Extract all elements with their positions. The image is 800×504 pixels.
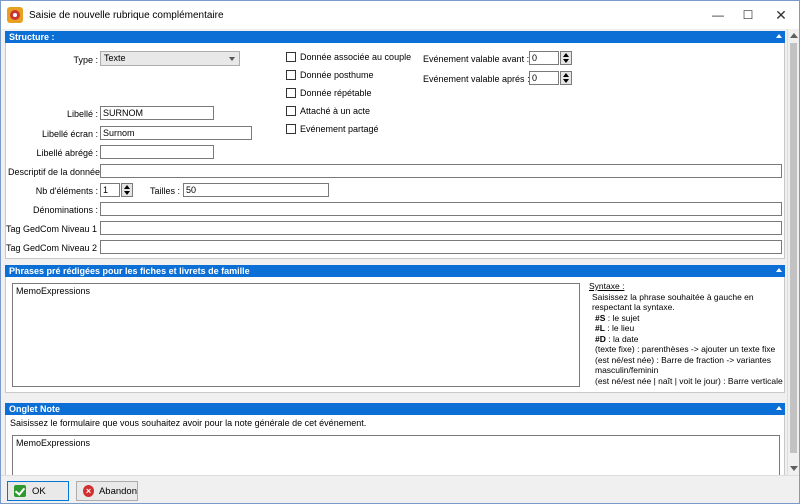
checkbox-posthume-label: Donnée posthume [300,70,374,80]
structure-header[interactable]: Structure : [5,31,785,43]
phrases-panel: MemoExpressions Syntaxe : Saisissez la p… [5,277,785,393]
syntax-d: #D : la date [595,334,783,345]
libelle-input[interactable]: SURNOM [100,106,214,120]
chevron-down-icon [229,57,235,61]
libelle-ecran-label: Libellé écran : [41,129,98,139]
syntax-d-code: #D [595,333,606,344]
nb-elements-input[interactable]: 1 [100,183,120,197]
checkbox-posthume[interactable]: Donnée posthume [286,70,374,80]
structure-title: Structure : [9,32,55,42]
note-header[interactable]: Onglet Note [5,403,785,415]
avant-label: Evénement valable avant : [423,54,530,64]
phrases-memo[interactable]: MemoExpressions [12,283,580,387]
nb-elements-label: Nb d'éléments : [35,186,98,196]
phrases-memo-text: MemoExpressions [16,286,91,296]
libelle-ecran-input[interactable]: Surnom [100,126,252,140]
tailles-label: Tailles : [149,186,180,196]
checkbox-repetable[interactable]: Donnée répétable [286,88,372,98]
abandon-button[interactable]: × Abandon [76,481,138,501]
tailles-input[interactable]: 50 [183,183,329,197]
tag2-input[interactable] [100,240,782,254]
syntax-l: #L : le lieu [595,323,783,334]
apres-label: Evénement valable aprés : [423,74,530,84]
checkbox-acte-label: Attaché à un acte [300,106,371,116]
syntax-paren-text: : parenthèses -> ajouter un texte fixe [637,344,776,354]
note-memo[interactable]: MemoExpressions [12,435,780,475]
vertical-scrollbar[interactable] [787,29,799,475]
collapse-icon[interactable] [776,268,782,272]
syntax-paren-code: (texte fixe) [595,344,635,354]
abandon-button-label: Abandon [98,485,137,497]
cancel-icon: × [83,485,94,497]
scroll-down-icon[interactable] [790,466,798,471]
nb-elements-spinner[interactable] [121,183,133,197]
checkbox-couple[interactable]: Donnée associée au couple [286,52,411,62]
syntax-d-text: : la date [608,333,639,344]
syntax-l-code: #L [595,323,605,333]
syntax-s-text: : le sujet [607,312,640,323]
checkbox-partage[interactable]: Evénement partagé [286,124,379,134]
checkbox-box[interactable] [286,52,296,62]
minimize-button[interactable]: — [703,1,733,29]
checkbox-box[interactable] [286,106,296,116]
type-select[interactable]: Texte [100,51,240,66]
descriptif-input[interactable] [100,164,782,178]
checkbox-couple-label: Donnée associée au couple [300,52,412,62]
note-memo-text: MemoExpressions [16,438,91,448]
checkbox-box[interactable] [286,88,296,98]
collapse-icon[interactable] [776,406,782,410]
note-title: Onglet Note [9,404,60,414]
window-title: Saisie de nouvelle rubrique complémentai… [29,9,224,21]
app-icon [7,7,23,23]
collapse-icon[interactable] [776,34,782,38]
checkbox-box[interactable] [286,124,296,134]
checkmark-icon [14,485,26,497]
syntax-slash-code: (est né/est née) [595,354,655,365]
denominations-input[interactable] [100,202,782,216]
libelle-abrege-label: Libellé abrégé : [36,148,98,158]
scroll-content: Structure : Type : Texte Libellé : SURNO… [1,29,787,475]
syntax-bar: (est né/est née | naît | voit le jour) :… [595,375,783,386]
tag2-label: Tag GedCom Niveau 2 : [6,243,103,253]
dialog-window: Saisie de nouvelle rubrique complémentai… [0,0,800,504]
avant-spinner[interactable] [560,51,572,65]
phrases-header[interactable]: Phrases pré rédigées pour les fiches et … [5,265,785,277]
syntax-s-code: #S [595,312,606,323]
syntax-title: Syntaxe : [589,281,625,291]
checkbox-partage-label: Evénement partagé [300,124,379,134]
libelle-label: Libellé : [66,109,98,119]
close-button[interactable]: ✕ [763,1,799,29]
type-label: Type : [73,55,98,65]
syntax-s: #S : le sujet [595,313,783,324]
title-bar: Saisie de nouvelle rubrique complémentai… [1,1,799,29]
tag1-label: Tag GedCom Niveau 1 : [6,224,103,234]
descriptif-label: Descriptif de la donnée : [8,167,106,177]
ok-button-label: OK [32,485,46,497]
phrases-title: Phrases pré rédigées pour les fiches et … [9,266,250,276]
scroll-up-icon[interactable] [790,33,798,38]
syntax-intro: Saisissez la phrase souhaitée à gauche e… [592,291,754,313]
type-value: Texte [104,53,126,63]
note-instruction: Saisissez le formulaire que vous souhait… [10,418,367,428]
ok-button[interactable]: OK [7,481,69,501]
checkbox-acte[interactable]: Attaché à un acte [286,106,370,116]
syntax-slash: (est né/est née) : Barre de fraction -> … [595,355,783,376]
syntax-l-text: : le lieu [607,323,635,333]
checkbox-box[interactable] [286,70,296,80]
apres-input[interactable]: 0 [529,71,559,85]
libelle-abrege-input[interactable] [100,145,214,159]
note-panel: Saisissez le formulaire que vous souhait… [5,415,785,475]
checkbox-repetable-label: Donnée répétable [300,88,372,98]
apres-spinner[interactable] [560,71,572,85]
scroll-thumb[interactable] [790,43,797,453]
syntax-help: Syntaxe : Saisissez la phrase souhaitée … [589,281,783,386]
button-bar: OK × Abandon [1,475,799,503]
avant-input[interactable]: 0 [529,51,559,65]
denominations-label: Dénominations : [32,205,98,215]
syntax-paren: (texte fixe) : parenthèses -> ajouter un… [595,344,783,355]
tag1-input[interactable] [100,221,782,235]
structure-panel: Type : Texte Libellé : SURNOM Libellé éc… [5,43,785,259]
maximize-button[interactable]: ☐ [733,1,763,29]
